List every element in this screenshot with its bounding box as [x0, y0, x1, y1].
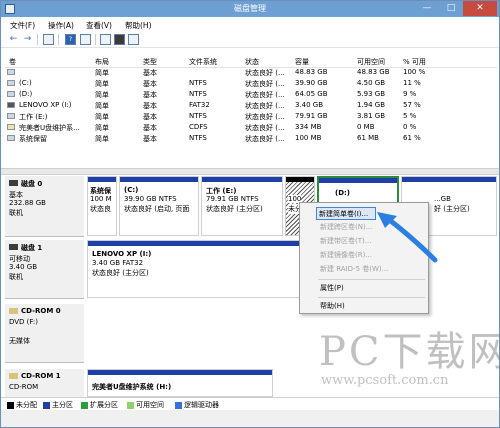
rescan-icon[interactable] [100, 34, 111, 45]
volume-row[interactable]: LENOVO XP (I:) 简单 基本 FAT32 状态良好 (... 3.4… [5, 100, 497, 111]
forward-icon[interactable]: → [22, 34, 33, 45]
close-button[interactable]: ✕ [463, 1, 497, 16]
col-capacity[interactable]: 容量 [295, 57, 309, 67]
partition-h[interactable]: 完美者U盘维护系统 (H:) [87, 369, 273, 397]
title-bar: 磁盘管理 — □ ✕ [1, 1, 499, 17]
legend-primary: 主分区 [43, 400, 73, 410]
partition-c[interactable]: (C:) 39.90 GB NTFS 状态良好 (启动, 页面 [119, 176, 199, 236]
status-bar [1, 410, 499, 427]
col-percent-free[interactable]: % 可用 [403, 57, 426, 67]
pane-splitter[interactable] [1, 168, 499, 175]
volume-icon [7, 80, 15, 86]
toolbar: ← → ? [1, 32, 499, 48]
console-tree-icon[interactable] [43, 34, 54, 45]
col-volume[interactable]: 卷 [9, 57, 16, 67]
settings-icon[interactable] [128, 34, 139, 45]
volume-row[interactable]: 简单 基本 状态良好 (... 48.83 GB 48.83 GB 100 % [5, 67, 497, 78]
back-icon[interactable]: ← [8, 34, 19, 45]
legend-extended: 扩展分区 [81, 400, 118, 410]
cdrom-0-info[interactable]: CD-ROM 0 DVD (F:) 无媒体 [5, 304, 84, 363]
help-icon[interactable]: ? [65, 34, 76, 45]
menu-help-item[interactable]: 帮助(H) [302, 300, 426, 313]
volume-row[interactable]: (C:) 简单 基本 NTFS 状态良好 (... 39.90 GB 4.50 … [5, 78, 497, 89]
volume-icon [7, 135, 15, 141]
watermark-url: www.pcsoft.com.cn [321, 373, 449, 388]
col-filesystem[interactable]: 文件系统 [189, 57, 217, 67]
toolbar-divider [95, 34, 96, 45]
menu-separator [318, 297, 425, 298]
swatch-icon [43, 401, 50, 409]
cd-drive-icon [7, 124, 15, 130]
partition-e[interactable]: 工作 (E:) 79.91 GB NTFS 状态良好 (主分区) [201, 176, 283, 236]
maximize-button[interactable]: □ [439, 1, 463, 16]
legend-unallocated: 未分配 [7, 400, 37, 410]
swatch-icon [81, 401, 88, 409]
watermark-logo: PC下载网 [319, 329, 500, 375]
disk-0-info[interactable]: 磁盘 0 基本 232.88 GB 联机 [5, 176, 84, 237]
usb-drive-icon [7, 102, 15, 108]
partition-system-reserved[interactable]: 系统保 100 M 状态良 [87, 176, 117, 236]
disk-icon [9, 244, 18, 250]
volume-row[interactable]: 工作 (E:) 简单 基本 NTFS 状态良好 (... 79.91 GB 3.… [5, 111, 497, 122]
col-free-space[interactable]: 可用空间 [357, 57, 385, 67]
legend-free-space: 可用空间 [127, 400, 164, 410]
menu-help[interactable]: 帮助(H) [125, 20, 152, 31]
disk-icon [9, 180, 18, 186]
col-status[interactable]: 状态 [245, 57, 259, 67]
properties-icon[interactable] [80, 34, 91, 45]
cd-icon [9, 308, 18, 314]
pointer-arrow-icon [377, 212, 438, 263]
swatch-icon [127, 401, 134, 409]
col-type[interactable]: 类型 [143, 57, 157, 67]
menu-file[interactable]: 文件(F) [10, 20, 35, 31]
disk-1-info[interactable]: 磁盘 1 可移动 3.40 GB 联机 [5, 240, 84, 299]
legend-logical-drive: 逻辑驱动器 [175, 400, 219, 410]
cd-icon [9, 373, 18, 379]
volume-icon [7, 69, 15, 75]
menu-new-simple-volume[interactable]: 新建简单卷(I)... [316, 207, 376, 220]
swatch-icon [7, 401, 14, 409]
menu-bar: 文件(F) 操作(A) 查看(V) 帮助(H) [1, 18, 499, 31]
disk-management-window: 磁盘管理 — □ ✕ 文件(F) 操作(A) 查看(V) 帮助(H) ← → ?… [0, 0, 500, 428]
legend: 未分配 主分区 扩展分区 可用空间 逻辑驱动器 [1, 397, 499, 410]
volume-icon [7, 113, 15, 119]
partition-i[interactable]: LENOVO XP (I:) 3.40 GB FAT32 状态良好 (主分区) [87, 240, 303, 298]
col-layout[interactable]: 布局 [95, 57, 109, 67]
toolbar-divider [58, 34, 59, 45]
volume-row[interactable]: 系统保留 简单 基本 NTFS 状态良好 (... 100 MB 61 MB 6… [5, 133, 497, 144]
toolbar-divider [37, 34, 38, 45]
cdrom-1-info[interactable]: CD-ROM 1 CD-ROM [5, 369, 84, 398]
menu-properties[interactable]: 属性(P) [302, 282, 426, 295]
volume-row[interactable]: (D:) 简单 基本 NTFS 状态良好 (... 64.05 GB 5.93 … [5, 89, 497, 100]
minimize-button[interactable]: — [415, 1, 439, 16]
disk-icon[interactable] [114, 34, 125, 45]
menu-action[interactable]: 操作(A) [48, 20, 74, 31]
menu-separator [318, 279, 425, 280]
menu-view[interactable]: 查看(V) [86, 20, 112, 31]
volume-icon [7, 91, 15, 97]
volume-row[interactable]: 完美者U盘维护系... 简单 基本 CDFS 状态良好 (... 334 MB … [5, 122, 497, 133]
swatch-icon [175, 401, 182, 409]
